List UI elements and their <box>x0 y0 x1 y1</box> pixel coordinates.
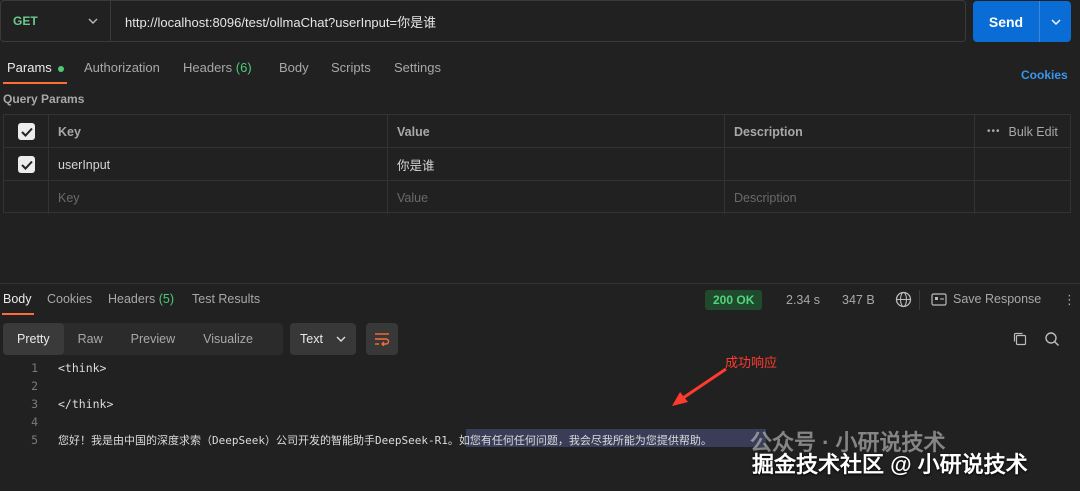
view-mode-preview[interactable]: Preview <box>117 323 189 355</box>
param-value[interactable]: 你是谁 <box>387 148 724 181</box>
save-response-label: Save Response <box>953 292 1042 306</box>
wrap-lines-icon <box>375 333 390 346</box>
send-label: Send <box>988 13 1024 30</box>
line-number: 5 <box>31 433 38 447</box>
column-header-key: Key <box>48 115 387 148</box>
code-line[interactable]: <think> <box>58 361 106 375</box>
table-row: userInput 你是谁 <box>4 148 1070 181</box>
tab-params[interactable]: Params <box>7 60 64 75</box>
params-active-dot <box>57 65 64 72</box>
response-time[interactable]: 2.34 s <box>786 293 820 307</box>
params-header-row: Key Value Description ••• Bulk Edit <box>4 115 1070 148</box>
pane-divider[interactable] <box>0 283 1080 284</box>
tab-body[interactable]: Body <box>279 60 309 75</box>
row-actions-cell <box>974 148 1070 181</box>
response-tab-cookies[interactable]: Cookies <box>47 292 92 306</box>
tab-settings[interactable]: Settings <box>394 60 441 75</box>
view-mode-pretty[interactable]: Pretty <box>3 323 64 355</box>
search-icon[interactable] <box>1044 331 1060 350</box>
cookies-link[interactable]: Cookies <box>1021 68 1068 82</box>
response-tab-headers-label: Headers <box>108 292 156 306</box>
chevron-down-icon <box>336 336 346 342</box>
new-description-input[interactable]: Description <box>724 181 974 214</box>
new-row-actions-cell <box>974 181 1070 214</box>
response-tab-active-indicator <box>2 313 34 315</box>
more-icon: ••• <box>987 126 1001 137</box>
save-response-button[interactable]: Save Response <box>931 292 1041 306</box>
format-select[interactable]: Text <box>290 323 356 355</box>
tab-params-label: Params <box>7 60 52 75</box>
select-all-cell <box>4 115 49 148</box>
line-number: 3 <box>31 397 38 411</box>
line-number: 1 <box>31 361 38 375</box>
method-label: GET <box>13 14 38 28</box>
select-all-checkbox[interactable] <box>18 123 35 140</box>
params-table: Key Value Description ••• Bulk Edit user… <box>3 114 1071 214</box>
chevron-down-icon <box>1051 19 1060 25</box>
watermark-bottom: 掘金技术社区 @ 小研说技术 <box>752 452 1028 477</box>
table-row-new: Key Value Description <box>4 181 1070 214</box>
chevron-down-icon <box>88 18 98 24</box>
param-description[interactable] <box>724 148 974 181</box>
word-wrap-button[interactable] <box>366 323 398 355</box>
tab-scripts[interactable]: Scripts <box>331 60 371 75</box>
send-options-button[interactable] <box>1039 1 1071 42</box>
column-header-description: Description <box>724 115 974 148</box>
tab-headers-count: (6) <box>235 60 252 75</box>
code-line[interactable]: </think> <box>58 397 113 411</box>
bulk-edit-button[interactable]: ••• Bulk Edit <box>974 115 1070 148</box>
send-button[interactable]: Send <box>973 1 1071 42</box>
param-key[interactable]: userInput <box>48 148 387 181</box>
response-tab-test-results[interactable]: Test Results <box>192 292 260 306</box>
column-header-value: Value <box>387 115 724 148</box>
view-mode-segment: Pretty Raw Preview Visualize <box>3 323 283 355</box>
tab-headers-label: Headers <box>183 60 233 75</box>
response-tab-headers-count: (5) <box>158 292 175 306</box>
save-icon <box>931 292 947 306</box>
response-tab-headers[interactable]: Headers (5) <box>108 292 174 306</box>
tab-headers[interactable]: Headers (6) <box>183 60 252 75</box>
new-key-input[interactable]: Key <box>48 181 387 214</box>
annotation-label: 成功响应 <box>725 355 778 370</box>
code-line[interactable]: 您好！我是由中国的深度求索（DeepSeek）公司开发的智能助手DeepSeek… <box>58 432 712 448</box>
tab-active-indicator <box>3 82 67 84</box>
status-badge[interactable]: 200 OK <box>705 290 763 310</box>
method-select[interactable]: GET <box>1 1 111 41</box>
line-number: 4 <box>31 415 38 429</box>
url-bar: GET <box>0 0 966 42</box>
view-mode-raw[interactable]: Raw <box>64 323 117 355</box>
arrow-icon <box>668 366 730 411</box>
bulk-edit-label: Bulk Edit <box>1008 124 1058 139</box>
format-select-value: Text <box>300 332 323 346</box>
query-params-title: Query Params <box>3 92 85 106</box>
globe-icon[interactable] <box>895 291 912 311</box>
response-size[interactable]: 347 B <box>842 293 875 307</box>
check-icon <box>20 160 33 170</box>
tab-authorization[interactable]: Authorization <box>84 60 160 75</box>
check-icon <box>20 127 33 137</box>
copy-icon[interactable] <box>1012 331 1028 350</box>
new-value-input[interactable]: Value <box>387 181 724 214</box>
new-row-checkbox-cell <box>4 181 49 214</box>
response-tab-body[interactable]: Body <box>3 292 32 306</box>
row-checkbox[interactable] <box>18 156 35 173</box>
toolbar-divider <box>919 290 920 310</box>
line-number: 2 <box>31 379 38 393</box>
view-mode-visualize[interactable]: Visualize <box>189 323 267 355</box>
url-input[interactable] <box>111 13 965 29</box>
more-vertical-icon[interactable]: ⋮ <box>1063 292 1076 308</box>
row-checkbox-cell <box>4 148 49 181</box>
